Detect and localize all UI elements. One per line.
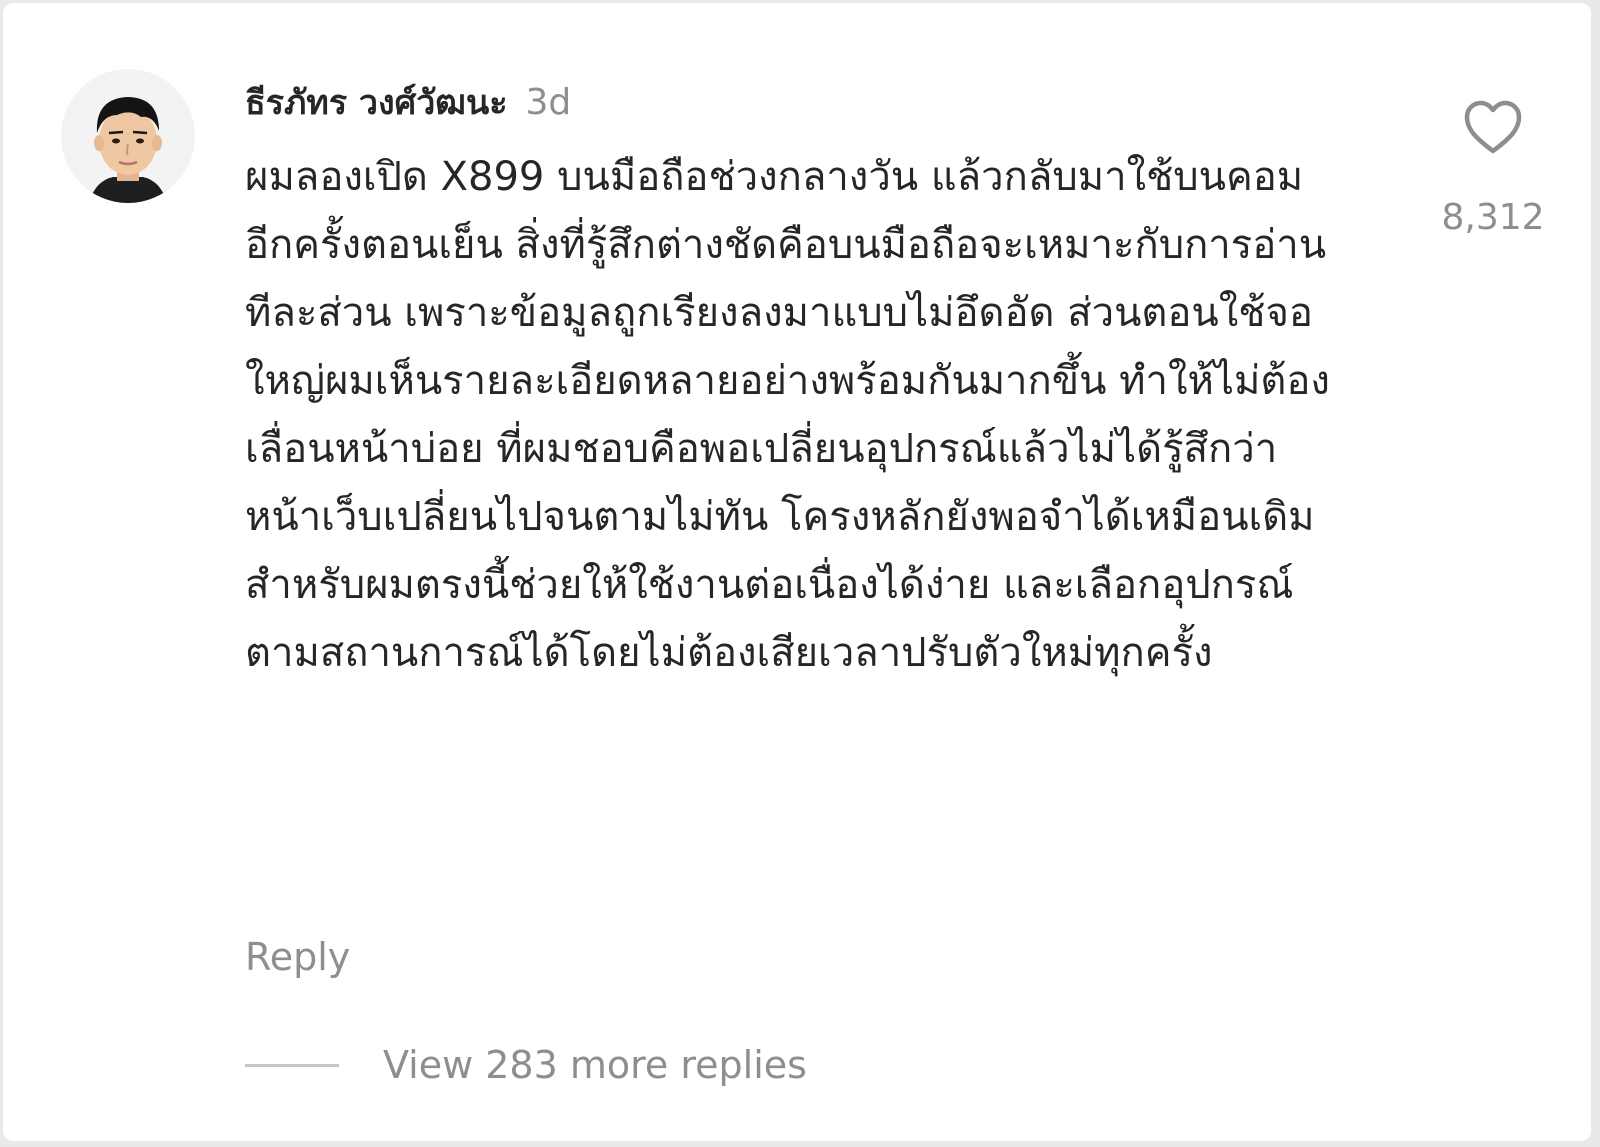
comment-text: ผมลองเปิด X899 บนมือถือช่วงกลางวัน แล้วก… <box>245 154 1330 676</box>
comment-meta: ธีรภัทร วงศ์วัฒนะ 3d <box>245 75 1355 129</box>
view-replies-button[interactable]: View 283 more replies <box>245 1043 807 1087</box>
comment-body: ธีรภัทร วงศ์วัฒนะ 3d ผมลองเปิด X899 บนมื… <box>245 75 1355 687</box>
reply-button[interactable]: Reply <box>245 935 350 979</box>
profile-photo-icon <box>61 69 195 203</box>
heart-outline-icon[interactable] <box>1463 99 1523 155</box>
avatar[interactable] <box>61 69 195 203</box>
like-count: 8,312 <box>1441 197 1545 238</box>
view-replies-label: View 283 more replies <box>383 1043 807 1087</box>
like-area: 8,312 <box>1423 99 1563 238</box>
timestamp: 3d <box>525 82 572 123</box>
divider-line <box>245 1063 339 1067</box>
username[interactable]: ธีรภัทร วงศ์วัฒนะ <box>245 75 508 129</box>
comment-card: ธีรภัทร วงศ์วัฒนะ 3d ผมลองเปิด X899 บนมื… <box>3 3 1591 1141</box>
